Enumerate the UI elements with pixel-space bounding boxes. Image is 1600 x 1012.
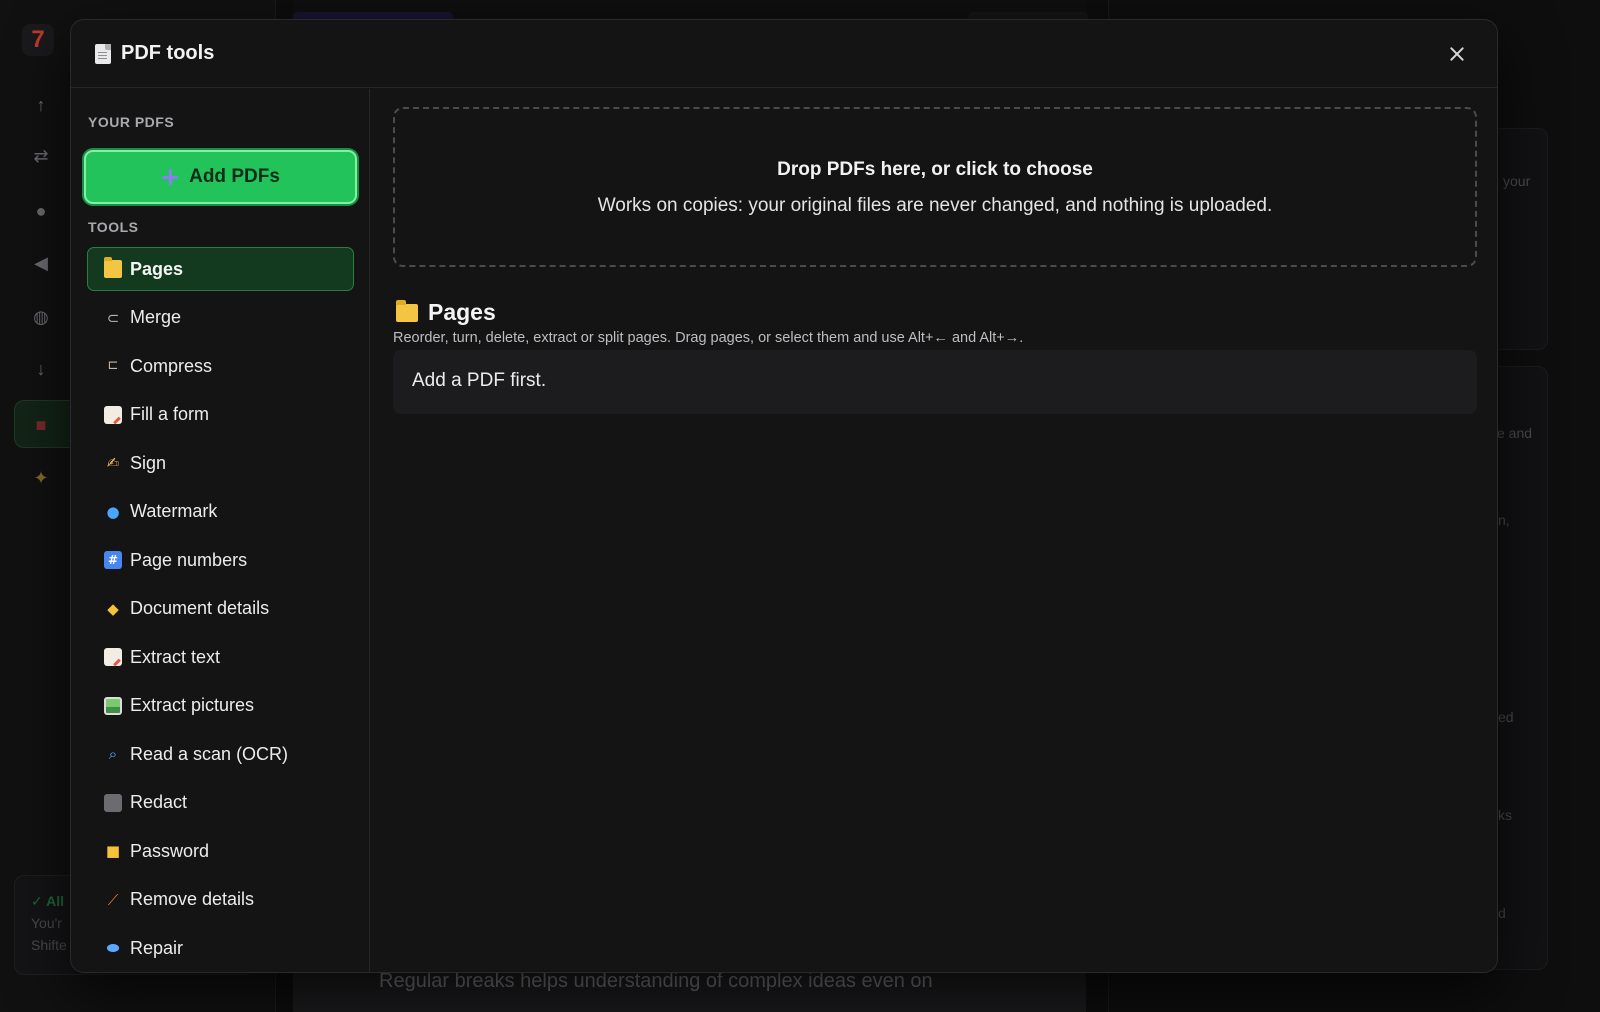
tool-item-label: Password [130, 840, 210, 861]
drop-zone-title: Drop PDFs here, or click to choose [777, 159, 1093, 180]
section-description: Reorder, turn, delete, extract or split … [393, 330, 1024, 346]
tool-item-password[interactable]: ■ Password [87, 829, 354, 873]
section-title: Pages [428, 299, 496, 325]
background-text: ed [1498, 709, 1514, 725]
tool-item-fill-a-form[interactable]: Fill a form [87, 393, 354, 437]
tool-item-label: Extract pictures [130, 695, 255, 715]
tool-item-extract-pictures[interactable]: Extract pictures [87, 684, 354, 728]
folder-icon [396, 299, 418, 322]
your-pdfs-heading: YOUR PDFS [88, 114, 175, 130]
memo-icon [104, 648, 122, 666]
empty-state-message: Add a PDF first. [393, 350, 1477, 414]
tool-item-label: Document details [130, 598, 270, 618]
tools-heading: TOOLS [88, 219, 139, 235]
tool-item-extract-text[interactable]: Extract text [87, 635, 354, 679]
tool-item-label: Page numbers [130, 549, 248, 570]
clamp-icon: ⊏ [107, 358, 119, 373]
toolbox-icon: ■ [35, 415, 47, 435]
background-text: d [1498, 905, 1506, 921]
background-bottom-text: Regular breaks helps understanding of co… [379, 970, 933, 992]
tag-icon: ◆ [107, 599, 119, 618]
tool-item-redact[interactable]: Redact [87, 781, 354, 825]
swap-icon: ⇄ [33, 146, 49, 166]
tools-sidebar: YOUR PDFS Add PDFs TOOLS Pages ⊂ Merge ⊏… [71, 89, 370, 972]
speaker-icon: ◀ [34, 253, 48, 273]
add-pdfs-label: Add PDFs [189, 166, 280, 187]
empty-state-text: Add a PDF first. [412, 370, 547, 391]
dialog-title: PDF tools [121, 42, 215, 64]
tool-item-label: Remove details [130, 889, 255, 909]
broom-icon: ⟋ [107, 890, 119, 909]
tool-item-compress[interactable]: ⊏ Compress [87, 344, 354, 388]
folder-icon [104, 257, 122, 278]
plus-icon [161, 168, 179, 186]
background-text: your [1503, 173, 1531, 189]
dialog-header: PDF tools [71, 20, 1497, 88]
pdf-tools-dialog: PDF tools YOUR PDFS Add PDFs TOOLS Pages… [70, 19, 1498, 973]
tool-item-label: Compress [130, 355, 213, 376]
pill-icon: ⬬ [106, 939, 120, 957]
tool-item-label: Watermark [130, 501, 218, 521]
palette-icon: ● [35, 201, 47, 221]
tool-item-label: Sign [130, 452, 167, 473]
magnifier-icon: ⌕ [108, 745, 118, 763]
globe-icon: ◍ [33, 307, 49, 327]
section-header: Pages [396, 299, 496, 326]
droplet-icon: ● [106, 502, 120, 521]
sparkles-icon: ✦ [33, 468, 49, 488]
memo-icon [104, 405, 122, 424]
black-square-icon [104, 793, 122, 812]
tool-item-pages[interactable]: Pages [87, 247, 354, 291]
app-logo: 7 [22, 24, 54, 56]
tool-item-document-details[interactable]: ◆ Document details [87, 587, 354, 631]
background-text: e and [1497, 425, 1533, 441]
drop-zone-subtitle: Works on copies: your original files are… [597, 195, 1273, 216]
tool-item-read-a-scan[interactable]: ⌕ Read a scan (OCR) [87, 732, 354, 776]
page-facing-up-icon [95, 43, 111, 64]
tool-item-label: Read a scan (OCR) [130, 743, 289, 764]
add-pdfs-button[interactable]: Add PDFs [84, 150, 357, 204]
close-icon[interactable] [1445, 42, 1469, 66]
tool-item-label: Extract text [130, 646, 221, 667]
picture-icon [104, 696, 122, 715]
background-text: n, [1498, 512, 1510, 528]
tool-item-repair[interactable]: ⬬ Repair [87, 926, 354, 970]
tool-item-remove-details[interactable]: ⟋ Remove details [87, 878, 354, 922]
tool-item-sign[interactable]: ✍ Sign [87, 441, 354, 485]
upload-icon: ↑ [36, 95, 46, 115]
tool-item-label: Merge [130, 307, 182, 327]
tool-list: Pages ⊂ Merge ⊏ Compress Fill a form ✍ S… [87, 247, 354, 972]
tool-item-label: Fill a form [130, 404, 210, 424]
tool-item-label: Redact [130, 792, 188, 812]
tool-item-merge[interactable]: ⊂ Merge [87, 296, 354, 340]
background-text: ks [1498, 807, 1512, 823]
hash-icon: # [104, 551, 122, 569]
pdf-drop-zone[interactable]: Drop PDFs here, or click to choose Works… [393, 107, 1477, 267]
paperclip-icon: ⊂ [106, 308, 120, 327]
writing-hand-icon: ✍ [106, 454, 120, 472]
download-icon: ↓ [36, 359, 46, 379]
tool-item-page-numbers[interactable]: # Page numbers [87, 538, 354, 582]
tool-item-label: Pages [130, 258, 184, 279]
tool-item-label: Repair [130, 937, 184, 958]
lock-icon: ■ [105, 842, 121, 860]
tool-item-watermark[interactable]: ● Watermark [87, 490, 354, 534]
